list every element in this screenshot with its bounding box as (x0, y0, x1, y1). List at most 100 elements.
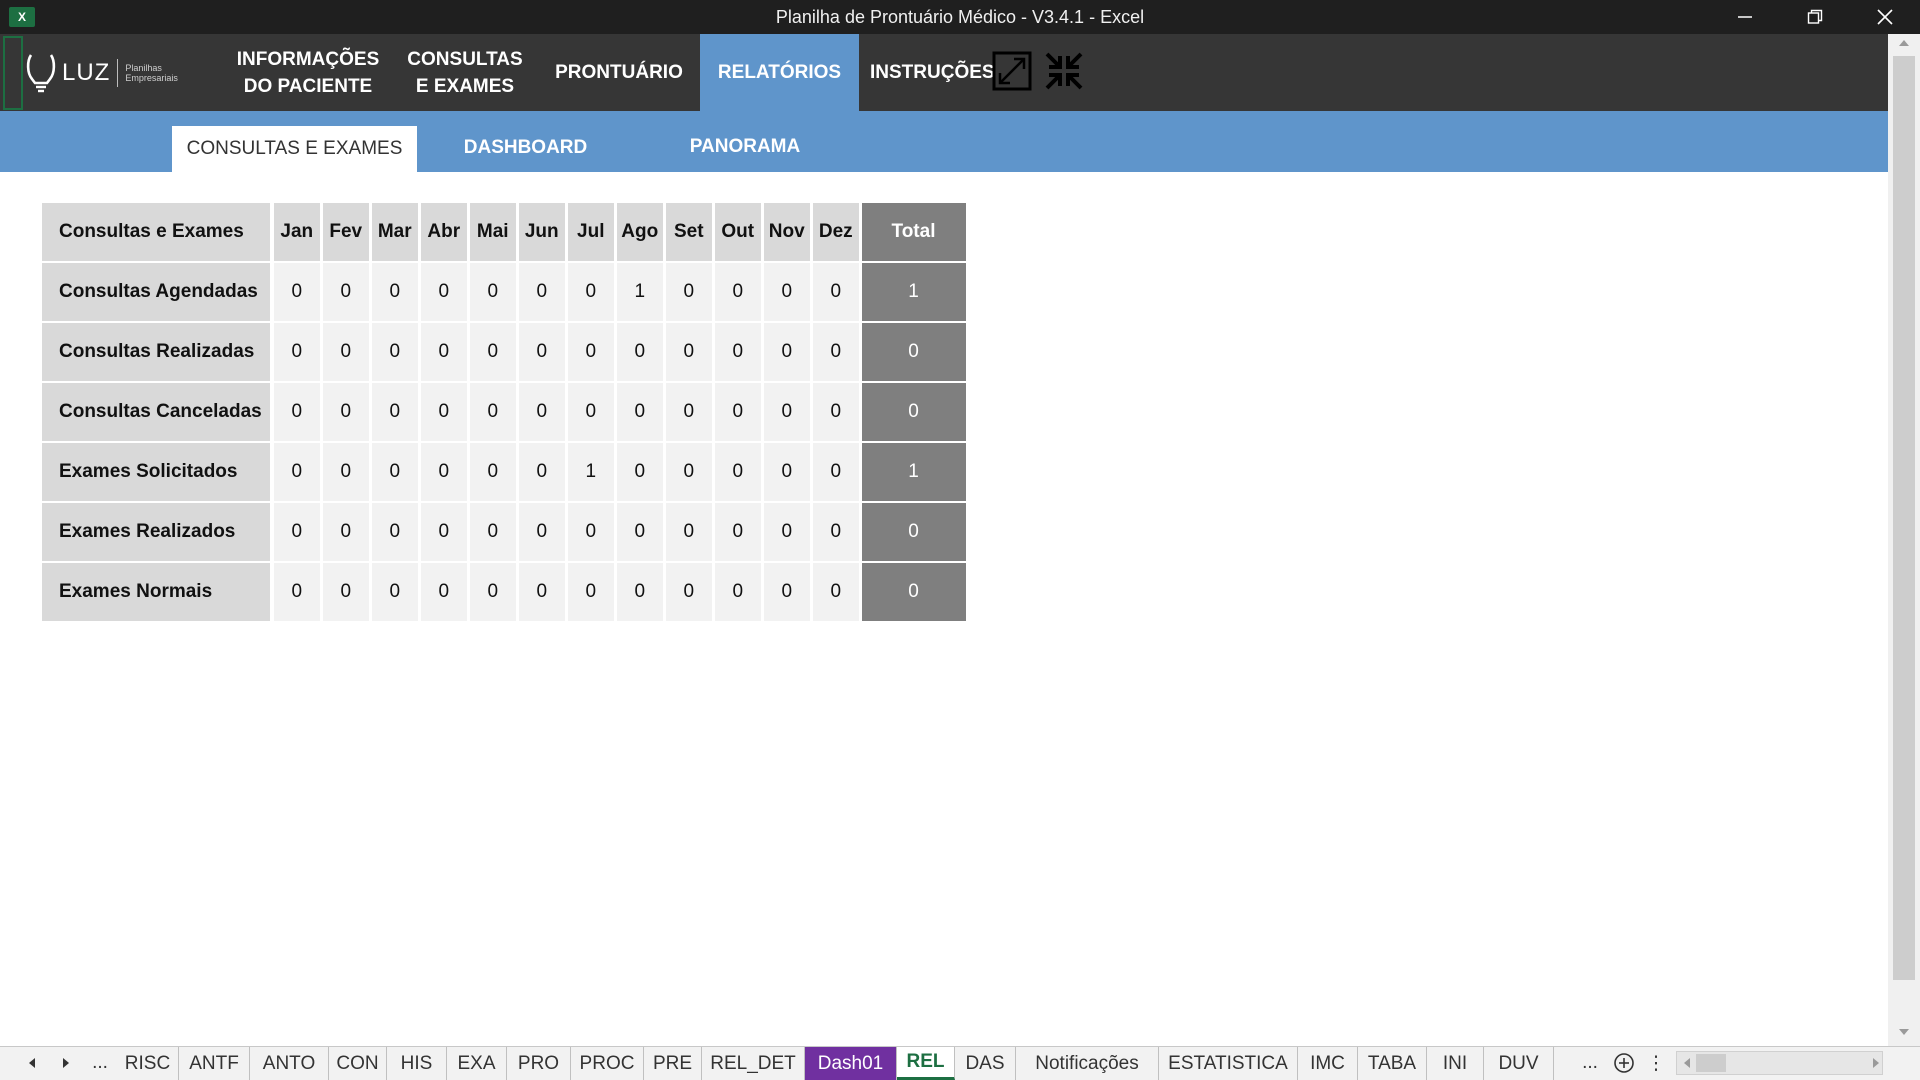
month-value-cell[interactable]: 0 (714, 443, 761, 501)
month-value-cell[interactable]: 0 (469, 563, 516, 621)
row-label-cell[interactable]: Consultas Canceladas (42, 383, 270, 441)
row-label-cell[interactable]: Exames Normais (42, 563, 270, 621)
month-value-cell[interactable]: 0 (273, 323, 320, 381)
sheet-tab-estatistica[interactable]: ESTATISTICA (1159, 1047, 1298, 1080)
total-value-cell[interactable]: 0 (861, 563, 966, 621)
nav-relatorios[interactable]: RELATÓRIOS (700, 34, 859, 111)
scroll-up-icon[interactable] (1897, 38, 1911, 48)
month-value-cell[interactable]: 0 (273, 503, 320, 561)
month-value-cell[interactable]: 0 (812, 383, 859, 441)
row-label-cell[interactable]: Exames Realizados (42, 503, 270, 561)
month-value-cell[interactable]: 0 (665, 263, 712, 321)
month-header-cell[interactable]: Jun (518, 203, 565, 261)
sheet-prev-button[interactable] (20, 1046, 44, 1080)
sheet-tab-his[interactable]: HIS (387, 1047, 447, 1080)
month-value-cell[interactable]: 0 (420, 563, 467, 621)
month-value-cell[interactable]: 0 (714, 383, 761, 441)
month-value-cell[interactable]: 0 (469, 263, 516, 321)
scroll-right-icon[interactable] (1871, 1057, 1881, 1069)
row-label-cell[interactable]: Consultas Realizadas (42, 323, 270, 381)
sheet-tab-ini[interactable]: INI (1427, 1047, 1484, 1080)
sheet-tab-imc[interactable]: IMC (1298, 1047, 1358, 1080)
month-value-cell[interactable]: 0 (371, 323, 418, 381)
subtab-dashboard[interactable]: DASHBOARD (450, 125, 601, 171)
month-value-cell[interactable]: 0 (812, 263, 859, 321)
month-value-cell[interactable]: 0 (616, 323, 663, 381)
subtab-panorama[interactable]: PANORAMA (660, 124, 830, 170)
month-header-cell[interactable]: Mar (371, 203, 418, 261)
month-value-cell[interactable]: 1 (616, 263, 663, 321)
month-header-cell[interactable]: Ago (616, 203, 663, 261)
month-value-cell[interactable]: 0 (714, 263, 761, 321)
month-value-cell[interactable]: 0 (714, 563, 761, 621)
total-value-cell[interactable]: 1 (861, 263, 966, 321)
month-value-cell[interactable]: 0 (665, 443, 712, 501)
restore-button[interactable] (1785, 0, 1845, 34)
nav-informacoes-paciente[interactable]: INFORMAÇÕES DO PACIENTE (228, 34, 388, 111)
month-value-cell[interactable]: 0 (763, 443, 810, 501)
month-value-cell[interactable]: 0 (322, 443, 369, 501)
month-value-cell[interactable]: 0 (714, 323, 761, 381)
month-value-cell[interactable]: 0 (469, 503, 516, 561)
month-header-cell[interactable]: Jul (567, 203, 614, 261)
month-header-cell[interactable]: Abr (420, 203, 467, 261)
sheet-tab-taba[interactable]: TABA (1358, 1047, 1427, 1080)
month-value-cell[interactable]: 0 (322, 503, 369, 561)
month-value-cell[interactable]: 0 (420, 503, 467, 561)
nav-prontuario[interactable]: PRONTUÁRIO (544, 34, 694, 111)
month-value-cell[interactable]: 0 (518, 383, 565, 441)
sheet-next-button[interactable] (54, 1046, 78, 1080)
month-value-cell[interactable]: 0 (518, 443, 565, 501)
month-value-cell[interactable]: 0 (812, 323, 859, 381)
sheet-tab-notifica-es[interactable]: Notificações (1016, 1047, 1159, 1080)
month-value-cell[interactable]: 0 (322, 323, 369, 381)
month-value-cell[interactable]: 0 (322, 563, 369, 621)
close-button[interactable] (1855, 0, 1915, 34)
total-value-cell[interactable]: 0 (861, 323, 966, 381)
month-value-cell[interactable]: 0 (420, 443, 467, 501)
sheet-tab-rel-det[interactable]: REL_DET (702, 1047, 805, 1080)
row-label-cell[interactable]: Exames Solicitados (42, 443, 270, 501)
total-value-cell[interactable]: 0 (861, 503, 966, 561)
horizontal-scroll-thumb[interactable] (1696, 1054, 1726, 1072)
month-header-cell[interactable]: Set (665, 203, 712, 261)
subtab-consultas-exames[interactable]: CONSULTAS E EXAMES (172, 126, 417, 172)
total-value-cell[interactable]: 1 (861, 443, 966, 501)
sheet-ellipsis-right[interactable]: ... (1576, 1046, 1604, 1080)
sheet-tab-exa[interactable]: EXA (447, 1047, 507, 1080)
sheet-tab-das[interactable]: DAS (955, 1047, 1016, 1080)
month-value-cell[interactable]: 0 (812, 503, 859, 561)
month-value-cell[interactable]: 0 (371, 383, 418, 441)
month-value-cell[interactable]: 0 (420, 323, 467, 381)
month-value-cell[interactable]: 0 (518, 503, 565, 561)
month-value-cell[interactable]: 0 (567, 563, 614, 621)
month-value-cell[interactable]: 0 (812, 563, 859, 621)
month-value-cell[interactable]: 0 (665, 323, 712, 381)
month-value-cell[interactable]: 0 (420, 383, 467, 441)
more-options-icon[interactable]: ⋮ (1647, 1046, 1666, 1080)
row-label-cell[interactable]: Consultas Agendadas (42, 263, 270, 321)
month-value-cell[interactable]: 0 (616, 503, 663, 561)
month-header-cell[interactable]: Nov (763, 203, 810, 261)
month-value-cell[interactable]: 0 (763, 383, 810, 441)
month-value-cell[interactable]: 0 (518, 323, 565, 381)
minimize-button[interactable] (1715, 0, 1775, 34)
nav-instrucoes[interactable]: INSTRUÇÕES (870, 34, 1005, 111)
month-value-cell[interactable]: 0 (469, 443, 516, 501)
month-value-cell[interactable]: 0 (763, 503, 810, 561)
month-value-cell[interactable]: 0 (469, 323, 516, 381)
month-value-cell[interactable]: 0 (567, 383, 614, 441)
month-header-cell[interactable]: Fev (322, 203, 369, 261)
sheet-tab-pre[interactable]: PRE (644, 1047, 702, 1080)
month-value-cell[interactable]: 0 (812, 443, 859, 501)
sheet-tab-con[interactable]: CON (329, 1047, 387, 1080)
month-value-cell[interactable]: 0 (420, 263, 467, 321)
month-value-cell[interactable]: 0 (616, 563, 663, 621)
month-value-cell[interactable]: 0 (518, 263, 565, 321)
scroll-left-icon[interactable] (1682, 1057, 1692, 1069)
sheet-tab-antf[interactable]: ANTF (179, 1047, 250, 1080)
month-value-cell[interactable]: 0 (371, 563, 418, 621)
month-value-cell[interactable]: 0 (273, 383, 320, 441)
sheet-tab-anto[interactable]: ANTO (250, 1047, 329, 1080)
total-value-cell[interactable]: 0 (861, 383, 966, 441)
